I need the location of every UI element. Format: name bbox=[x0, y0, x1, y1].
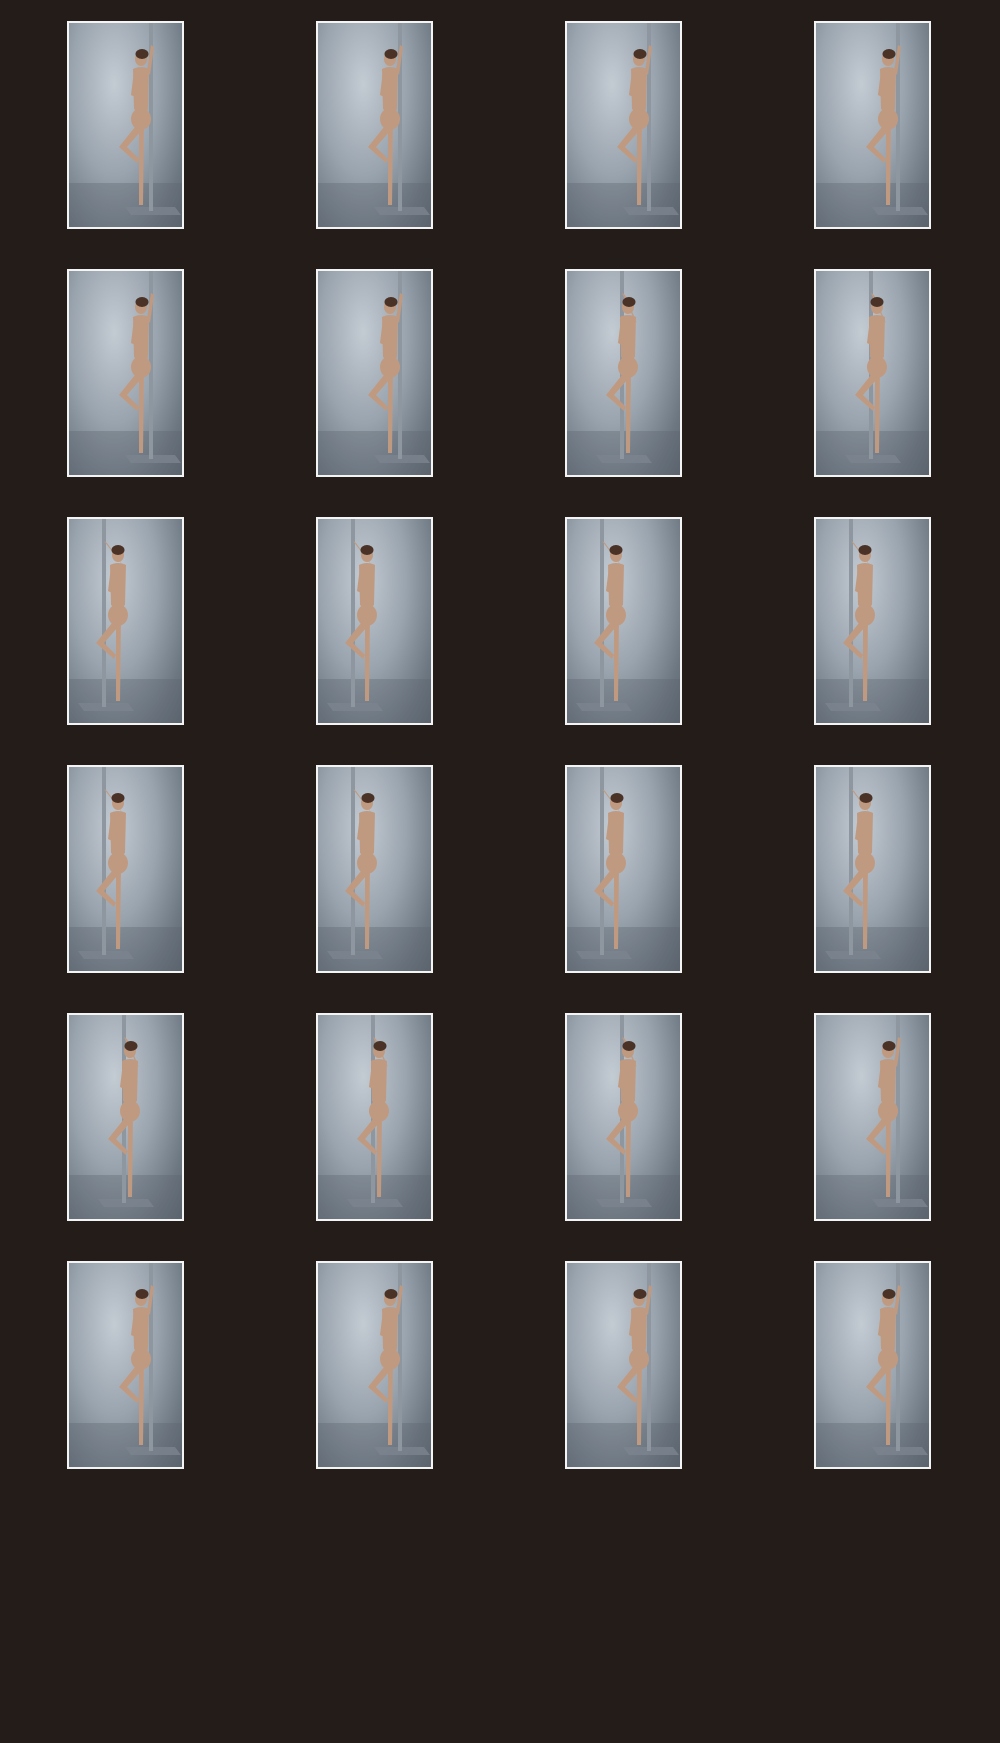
model-figure bbox=[368, 45, 403, 205]
studio-floor bbox=[567, 183, 680, 227]
pose-photo bbox=[69, 1263, 182, 1467]
model-figure bbox=[345, 541, 377, 701]
pose-photo bbox=[69, 767, 182, 971]
pose-thumbnail[interactable] bbox=[316, 517, 433, 725]
studio-floor bbox=[318, 679, 431, 723]
pose-thumbnail[interactable] bbox=[67, 517, 184, 725]
model-figure bbox=[866, 1037, 901, 1197]
pose-photo bbox=[318, 23, 431, 227]
pose-thumbnail[interactable] bbox=[67, 1261, 184, 1469]
studio-floor bbox=[69, 183, 182, 227]
pose-photo bbox=[816, 1015, 929, 1219]
pose-photo bbox=[567, 1263, 680, 1467]
pose-photo bbox=[816, 519, 929, 723]
pose-thumbnail[interactable] bbox=[814, 765, 931, 973]
model-figure bbox=[96, 789, 128, 949]
contact-sheet bbox=[0, 0, 1000, 1743]
dance-pole bbox=[600, 767, 604, 955]
model-figure bbox=[594, 789, 626, 949]
model-figure bbox=[119, 1285, 154, 1445]
pose-thumbnail[interactable] bbox=[67, 21, 184, 229]
pose-photo bbox=[567, 519, 680, 723]
dance-pole bbox=[351, 767, 355, 955]
studio-floor bbox=[816, 1175, 929, 1219]
pose-thumbnail[interactable] bbox=[316, 269, 433, 477]
pose-photo bbox=[816, 271, 929, 475]
dance-pole bbox=[102, 767, 106, 955]
studio-floor bbox=[567, 679, 680, 723]
pose-photo bbox=[69, 519, 182, 723]
studio-floor bbox=[816, 679, 929, 723]
pose-thumbnail[interactable] bbox=[814, 1013, 931, 1221]
pose-photo bbox=[69, 271, 182, 475]
dance-pole bbox=[102, 519, 106, 707]
pose-photo bbox=[567, 767, 680, 971]
model-figure bbox=[866, 1285, 901, 1445]
studio-floor bbox=[69, 927, 182, 971]
studio-floor bbox=[816, 1423, 929, 1467]
model-figure bbox=[119, 293, 154, 453]
pose-thumbnail[interactable] bbox=[316, 1261, 433, 1469]
pose-thumbnail[interactable] bbox=[565, 1261, 682, 1469]
pose-photo bbox=[318, 767, 431, 971]
pose-photo bbox=[567, 1015, 680, 1219]
model-figure bbox=[368, 1285, 403, 1445]
model-figure bbox=[843, 789, 875, 949]
dance-pole bbox=[849, 519, 853, 707]
pose-thumbnail[interactable] bbox=[565, 21, 682, 229]
pose-thumbnail[interactable] bbox=[814, 517, 931, 725]
model-figure bbox=[368, 293, 403, 453]
model-figure bbox=[96, 541, 128, 701]
dance-pole bbox=[600, 519, 604, 707]
pose-photo bbox=[318, 519, 431, 723]
studio-floor bbox=[69, 1423, 182, 1467]
model-figure bbox=[345, 789, 377, 949]
pose-thumbnail[interactable] bbox=[565, 1013, 682, 1221]
pose-thumbnail[interactable] bbox=[814, 21, 931, 229]
studio-floor bbox=[318, 183, 431, 227]
pose-photo bbox=[816, 23, 929, 227]
studio-floor bbox=[318, 927, 431, 971]
studio-floor bbox=[318, 1423, 431, 1467]
pose-thumbnail[interactable] bbox=[316, 1013, 433, 1221]
model-figure bbox=[594, 541, 626, 701]
pose-thumbnail[interactable] bbox=[67, 269, 184, 477]
dance-pole bbox=[351, 519, 355, 707]
pose-photo bbox=[816, 767, 929, 971]
pose-thumbnail[interactable] bbox=[316, 765, 433, 973]
model-figure bbox=[119, 45, 154, 205]
studio-floor bbox=[318, 431, 431, 475]
model-figure bbox=[617, 1285, 652, 1445]
pose-thumbnail[interactable] bbox=[316, 21, 433, 229]
pose-photo bbox=[816, 1263, 929, 1467]
studio-floor bbox=[69, 679, 182, 723]
thumbnail-grid bbox=[67, 21, 931, 1469]
pose-thumbnail[interactable] bbox=[814, 269, 931, 477]
model-figure bbox=[866, 45, 901, 205]
model-figure bbox=[843, 541, 875, 701]
pose-photo bbox=[567, 271, 680, 475]
pose-thumbnail[interactable] bbox=[814, 1261, 931, 1469]
pose-thumbnail[interactable] bbox=[565, 765, 682, 973]
studio-floor bbox=[816, 927, 929, 971]
pose-thumbnail[interactable] bbox=[565, 517, 682, 725]
pose-thumbnail[interactable] bbox=[67, 765, 184, 973]
studio-floor bbox=[567, 927, 680, 971]
studio-floor bbox=[69, 431, 182, 475]
studio-floor bbox=[816, 183, 929, 227]
pose-photo bbox=[567, 23, 680, 227]
pose-photo bbox=[318, 271, 431, 475]
pose-thumbnail[interactable] bbox=[67, 1013, 184, 1221]
pose-photo bbox=[318, 1015, 431, 1219]
pose-thumbnail[interactable] bbox=[565, 269, 682, 477]
dance-pole bbox=[849, 767, 853, 955]
pose-photo bbox=[69, 23, 182, 227]
studio-floor bbox=[567, 1423, 680, 1467]
model-figure bbox=[617, 45, 652, 205]
pose-photo bbox=[318, 1263, 431, 1467]
pose-photo bbox=[69, 1015, 182, 1219]
